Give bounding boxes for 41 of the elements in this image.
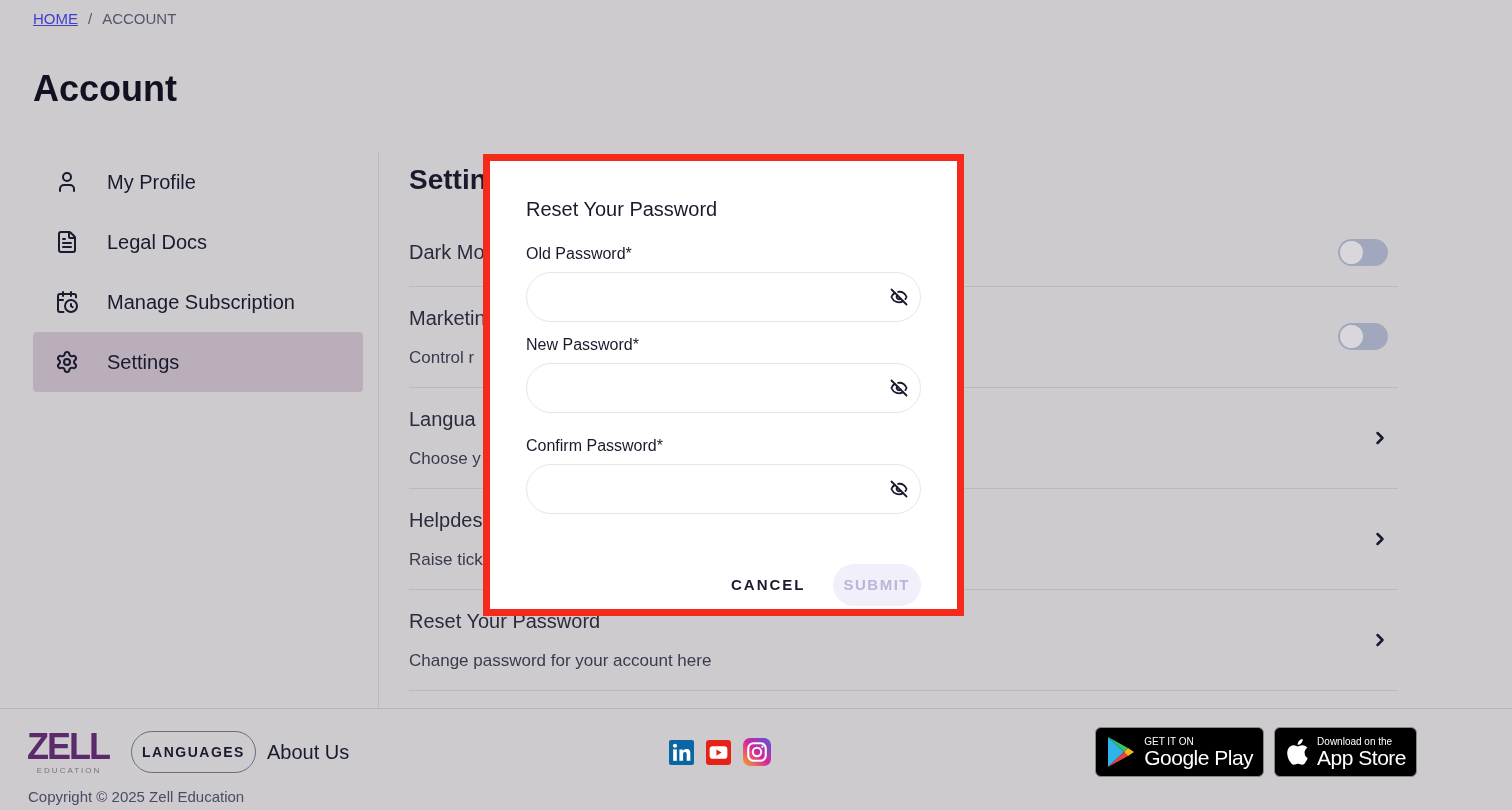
toggle-switch[interactable] <box>1338 238 1388 266</box>
password-field[interactable] <box>526 272 921 322</box>
copyright-text: Copyright © 2025 Zell Education <box>28 787 246 807</box>
setting-description: Raise tick <box>409 548 483 571</box>
breadcrumb-current: ACCOUNT <box>102 9 177 29</box>
sidebar-item[interactable]: Manage Subscription <box>33 271 363 332</box>
sidebar-item[interactable]: Legal Docs <box>33 211 363 272</box>
setting-description: Choose y <box>409 447 481 470</box>
apple-icon <box>1285 738 1310 766</box>
field-label: Old Password* <box>526 244 633 264</box>
home-link[interactable]: HOME <box>33 8 78 31</box>
password-field[interactable] <box>526 464 921 514</box>
eye-off-icon[interactable] <box>890 379 908 397</box>
google-play-badge[interactable]: GET IT ON Google Play <box>1095 727 1265 777</box>
zell-logo[interactable]: ZELL EDUCATION <box>30 726 108 778</box>
page-title: Account <box>33 70 178 107</box>
eye-off-icon[interactable] <box>890 480 908 498</box>
field-label: New Password* <box>526 335 640 355</box>
about-us-link[interactable]: About Us <box>266 737 350 767</box>
sidebar-item[interactable]: My Profile <box>33 151 363 212</box>
section-title: Settin <box>409 163 487 195</box>
linkedin-icon[interactable] <box>669 739 695 765</box>
setting-description: Change password for your account here <box>409 649 712 672</box>
sidebar-item[interactable]: Settings <box>33 331 363 392</box>
app-store-badge[interactable]: Download on the App Store <box>1274 727 1417 777</box>
settings-icon <box>55 349 79 374</box>
calendar-clock-icon <box>55 289 79 314</box>
eye-off-icon[interactable] <box>890 288 908 306</box>
setting-title: Dark Mo <box>409 240 485 265</box>
breadcrumb-separator: / <box>88 9 93 29</box>
password-field[interactable] <box>526 363 921 413</box>
youtube-icon[interactable] <box>706 739 732 765</box>
toggle-switch[interactable] <box>1338 323 1388 350</box>
document-icon <box>55 229 79 254</box>
dialog-title: Reset Your Password <box>526 197 719 222</box>
setting-title: Langua <box>409 406 477 432</box>
instagram-icon[interactable] <box>743 738 772 766</box>
setting-title: Helpdes <box>409 507 483 533</box>
setting-description: Control r <box>409 346 476 369</box>
setting-title: Marketin <box>409 305 486 331</box>
field-label: Confirm Password* <box>526 436 664 456</box>
